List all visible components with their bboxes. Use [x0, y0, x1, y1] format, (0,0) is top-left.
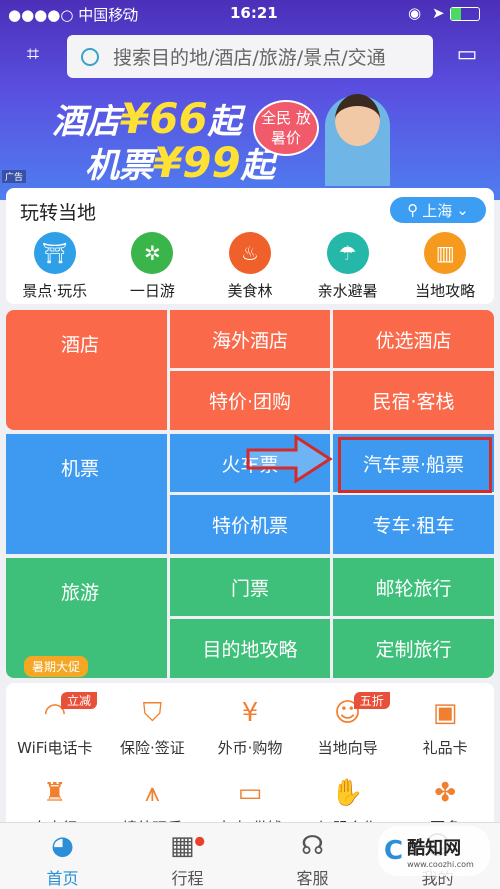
hotel-main-button[interactable]: 酒店 — [6, 310, 167, 430]
header-background: ●●●●○ 中国移动 ◠ 16:21 ◉ ➤ ⌗ 搜索目的地/酒店/旅游/景点/… — [0, 0, 500, 200]
service-label: 外币·购物 — [217, 739, 283, 757]
guide-book-icon: ▥ — [424, 232, 467, 274]
promo-banner[interactable]: 酒店¥66起 机票¥99起 全民 放暑价 广告 — [0, 88, 500, 187]
tab-0[interactable]: ◕ 首页 — [0, 823, 125, 889]
service-label: 保险·签证 — [120, 739, 185, 757]
city-selector[interactable]: ⚲ 上海 ⌄ — [390, 197, 486, 223]
scan-icon[interactable]: ⌗ — [18, 42, 48, 72]
hotel-main-label: 酒店 — [61, 334, 100, 356]
eiffel-tower-icon: ⩚ — [145, 778, 160, 808]
discount-tag: 五折 — [353, 692, 390, 709]
city-name: 上海 — [422, 201, 453, 220]
location-icon: ➤ — [432, 4, 445, 22]
arrow-annotation-icon — [246, 434, 333, 484]
headset-icon: ☊ — [300, 831, 325, 861]
ad-label: 广告 — [2, 170, 27, 183]
ferris-wheel-icon: ✲ — [131, 232, 174, 274]
watermark-logo: C 酷知网 www.coozhi.com — [378, 826, 490, 876]
banner-line2: 机票¥99起 — [85, 138, 275, 187]
service-item[interactable]: ▣ 礼品卡 — [396, 695, 494, 758]
location-pin-icon: ⚲ — [407, 201, 419, 219]
travel-cell-3[interactable]: 目的地攻略 — [170, 619, 330, 678]
attraction-icon: ⛩ — [33, 232, 76, 274]
service-label: 当地向导 — [317, 739, 378, 757]
shield-icon: ⛉ — [142, 698, 163, 728]
local-item-label: 美食林 — [227, 282, 273, 300]
credit-card-icon: ▭ — [237, 778, 263, 808]
calendar-icon: ▦● — [169, 831, 206, 861]
clock: 16:21 — [230, 4, 278, 22]
local-item-label: 亲水避暑 — [317, 282, 378, 300]
promo-tag: 暑期大促 — [24, 656, 89, 677]
local-item[interactable]: ▥ 当地攻略 — [396, 232, 494, 301]
beach-umbrella-icon: ☂ — [326, 232, 369, 274]
hotel-cell-1[interactable]: 海外酒店 — [170, 310, 330, 368]
food-icon: ♨ — [228, 232, 271, 274]
dolphin-home-icon: ◕ — [51, 831, 74, 861]
wifi-icon: ◠ — [122, 4, 136, 22]
lock-rotation-icon: ◉ — [408, 4, 422, 22]
service-label: 礼品卡 — [422, 739, 468, 757]
local-item[interactable]: ☂ 亲水避暑 — [299, 232, 397, 301]
hotel-cell-3[interactable]: 特价·团购 — [170, 371, 330, 430]
flight-main-label: 机票 — [61, 458, 100, 480]
service-item[interactable]: ⛉ 保险·签证 — [104, 695, 202, 758]
handshake-icon: ✋ — [331, 778, 364, 808]
travel-main-label: 旅游 — [61, 582, 100, 604]
hotel-cell-4[interactable]: 民宿·客栈 — [333, 371, 494, 430]
search-input[interactable]: 搜索目的地/酒店/旅游/景点/交通 — [67, 35, 433, 78]
flight-cell-3[interactable]: 特价机票 — [170, 495, 330, 554]
search-placeholder: 搜索目的地/酒店/旅游/景点/交通 — [113, 47, 386, 69]
local-item-label: 景点·玩乐 — [22, 282, 88, 300]
local-item[interactable]: ✲ 一日游 — [104, 232, 202, 301]
travel-cell-2[interactable]: 邮轮旅行 — [333, 558, 494, 616]
banner-line1: 酒店¥66起 — [52, 94, 242, 143]
service-item[interactable]: 立减 ◠ WiFi电话卡 — [6, 692, 104, 758]
local-item[interactable]: ⛩ 景点·玩乐 — [6, 232, 104, 301]
highlight-box — [338, 437, 492, 493]
tab-label: 客服 — [296, 869, 329, 888]
gift-card-icon: ▣ — [432, 698, 458, 728]
services-section: 立减◠WiFi电话卡⛉保险·签证¥外币·购物五折☺当地向导▣礼品卡 ♜自由行⩚境… — [6, 683, 494, 837]
banner-bubble: 全民 放暑价 — [253, 100, 319, 156]
service-item[interactable]: 五折 ☺ 当地向导 — [299, 692, 397, 758]
battery-icon — [450, 7, 480, 21]
carrier: ●●●●○ 中国移动 — [8, 6, 139, 24]
flight-main-button[interactable]: 机票 — [6, 434, 167, 554]
banner-person-image — [325, 94, 390, 186]
search-icon — [81, 47, 99, 66]
local-item-label: 当地攻略 — [415, 282, 476, 300]
local-section: 玩转当地 ⚲ 上海 ⌄ ⛩ 景点·玩乐 ✲ 一日游 ♨ 美食林 ☂ 亲水避暑 ▥ 当地攻略 — [6, 188, 494, 304]
status-bar: ●●●●○ 中国移动 ◠ 16:21 ◉ ➤ — [0, 0, 500, 28]
more-grid-icon: ✤ — [434, 778, 457, 808]
currency-bag-icon: ¥ — [241, 698, 259, 728]
tab-1[interactable]: ▦● 行程 — [125, 823, 250, 889]
travel-cell-4[interactable]: 定制旅行 — [333, 619, 494, 678]
service-label: WiFi电话卡 — [17, 739, 93, 757]
backpack-icon: ♜ — [43, 778, 67, 808]
local-item-label: 一日游 — [129, 282, 175, 300]
flight-cell-4[interactable]: 专车·租车 — [333, 495, 494, 554]
tab-2[interactable]: ☊ 客服 — [250, 823, 375, 889]
travel-cell-1[interactable]: 门票 — [170, 558, 330, 616]
message-icon[interactable]: ▭ — [452, 42, 482, 72]
service-item[interactable]: ¥ 外币·购物 — [201, 695, 299, 758]
tab-label: 首页 — [46, 869, 79, 888]
local-title: 玩转当地 — [20, 202, 97, 224]
chevron-down-icon: ⌄ — [456, 201, 469, 219]
local-item[interactable]: ♨ 美食林 — [201, 232, 299, 301]
hotel-grid: 酒店 海外酒店 优选酒店 特价·团购 民宿·客栈 — [6, 310, 494, 430]
travel-grid: 旅游 门票 邮轮旅行 目的地攻略 定制旅行暑期大促 — [6, 558, 494, 678]
hotel-cell-2[interactable]: 优选酒店 — [333, 310, 494, 368]
discount-tag: 立减 — [61, 692, 98, 709]
tab-label: 行程 — [171, 869, 204, 888]
